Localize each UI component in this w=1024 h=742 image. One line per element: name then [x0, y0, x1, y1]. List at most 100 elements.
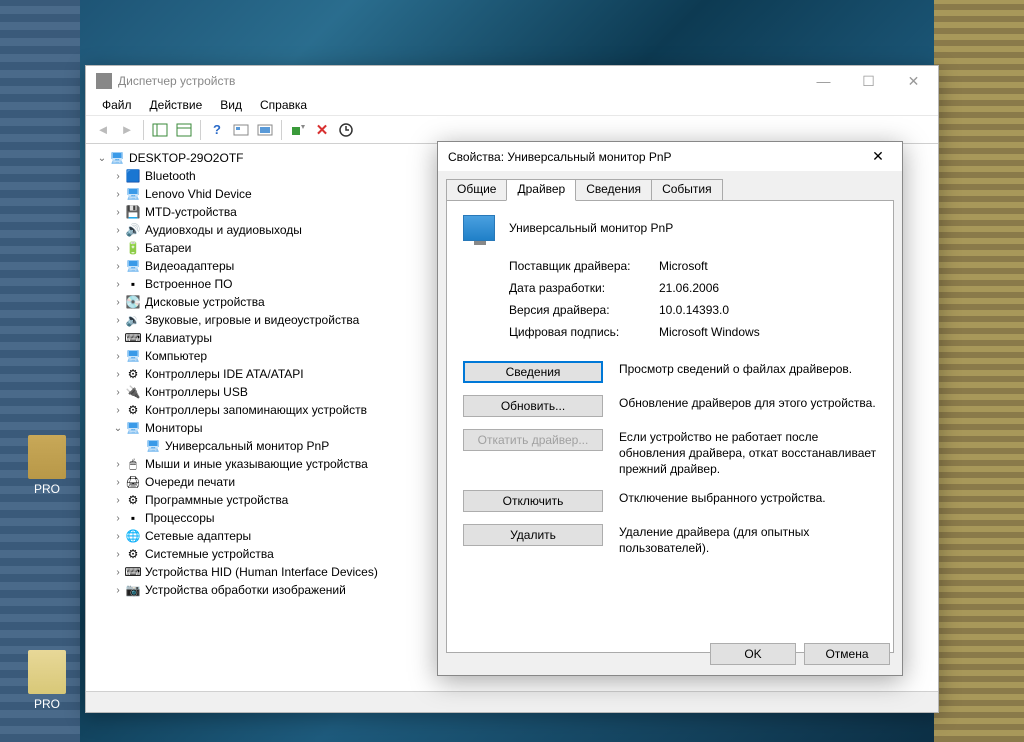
tab-general[interactable]: Общие [446, 179, 507, 200]
help-button[interactable]: ? [206, 119, 228, 141]
shortcut-label: PRO [22, 697, 72, 711]
tabstrip: Общие Драйвер Сведения События [446, 179, 894, 200]
date-value: 21.06.2006 [659, 281, 719, 295]
statusbar [86, 691, 938, 712]
version-label: Версия драйвера: [509, 303, 659, 317]
tab-details[interactable]: Сведения [575, 179, 652, 200]
expand-icon[interactable]: › [111, 585, 125, 596]
expand-icon[interactable]: › [111, 513, 125, 524]
menu-view[interactable]: Вид [212, 96, 250, 115]
tab-events[interactable]: События [651, 179, 723, 200]
disk-icon: 💽 [125, 294, 141, 310]
back-button[interactable]: ◄ [92, 119, 114, 141]
expand-icon[interactable]: › [111, 351, 125, 362]
stor-icon: ⚙ [125, 402, 141, 418]
dialog-titlebar[interactable]: Свойства: Универсальный монитор PnP ✕ [438, 142, 902, 171]
mon-icon: 🖥 [145, 438, 161, 454]
tree-label: Компьютер [145, 349, 207, 363]
expand-icon[interactable]: › [111, 297, 125, 308]
update-button[interactable] [335, 119, 357, 141]
snd-icon: 🔉 [125, 312, 141, 328]
expand-icon[interactable]: › [111, 567, 125, 578]
expand-icon[interactable]: › [111, 495, 125, 506]
expand-icon[interactable]: › [111, 243, 125, 254]
disable-button[interactable]: Отключить [463, 490, 603, 512]
tree-label: Контроллеры IDE ATA/ATAPI [145, 367, 304, 381]
tree-label: Системные устройства [145, 547, 274, 561]
expand-icon[interactable]: › [111, 207, 125, 218]
mouse-icon: 🖱 [125, 456, 141, 472]
sys-icon: ⚙ [125, 546, 141, 562]
uninstall-button[interactable]: Удалить [463, 524, 603, 546]
date-label: Дата разработки: [509, 281, 659, 295]
expand-icon[interactable]: › [111, 189, 125, 200]
expand-icon[interactable]: › [111, 333, 125, 344]
expand-icon[interactable]: ⌄ [111, 423, 125, 434]
tb-icon[interactable] [230, 119, 252, 141]
tree-label: Процессоры [145, 511, 215, 525]
expand-icon[interactable]: › [111, 225, 125, 236]
net-icon: 🌐 [125, 528, 141, 544]
expand-icon[interactable]: › [111, 405, 125, 416]
uninstall-desc: Удаление драйвера (для опытных пользоват… [619, 524, 877, 556]
cancel-button[interactable]: Отмена [804, 643, 890, 665]
version-value: 10.0.14393.0 [659, 303, 729, 317]
forward-button[interactable]: ► [116, 119, 138, 141]
desktop-shortcut[interactable]: PRO [22, 650, 72, 711]
update-driver-button[interactable]: Обновить... [463, 395, 603, 417]
menu-help[interactable]: Справка [252, 96, 315, 115]
menu-file[interactable]: Файл [94, 96, 140, 115]
tree-label: DESKTOP-29O2OTF [129, 151, 243, 165]
expand-icon[interactable]: › [111, 387, 125, 398]
tree-label: Сетевые адаптеры [145, 529, 251, 543]
tb-icon[interactable] [149, 119, 171, 141]
pc-icon: 🖥 [125, 348, 141, 364]
expand-icon[interactable]: › [111, 171, 125, 182]
scan-button[interactable] [287, 119, 309, 141]
monitor-icon [463, 215, 495, 241]
menu-action[interactable]: Действие [142, 96, 211, 115]
hid-icon: ⌨ [125, 564, 141, 580]
desktop-shortcut[interactable]: PRO [22, 435, 72, 496]
expand-icon[interactable]: › [111, 315, 125, 326]
expand-icon[interactable]: › [111, 549, 125, 560]
expand-icon[interactable]: › [111, 477, 125, 488]
tree-label: Звуковые, игровые и видеоустройства [145, 313, 359, 327]
provider-value: Microsoft [659, 259, 708, 273]
ok-button[interactable]: OK [710, 643, 796, 665]
uninstall-button[interactable]: ✕ [311, 119, 333, 141]
expand-icon[interactable]: › [111, 279, 125, 290]
tree-label: Lenovo Vhid Device [145, 187, 252, 201]
mon-icon: 🖥 [125, 420, 141, 436]
maximize-button[interactable]: ☐ [846, 67, 891, 95]
device-name: Универсальный монитор PnP [509, 221, 673, 235]
tb-icon[interactable] [254, 119, 276, 141]
mtd-icon: 💾 [125, 204, 141, 220]
bt-icon: 🟦 [125, 168, 141, 184]
expand-icon[interactable]: › [111, 261, 125, 272]
rollback-desc: Если устройство не работает после обновл… [619, 429, 877, 478]
bat-icon: 🔋 [125, 240, 141, 256]
expand-icon[interactable]: › [111, 369, 125, 380]
titlebar[interactable]: Диспетчер устройств — ☐ ✕ [86, 66, 938, 96]
tree-label: Bluetooth [145, 169, 196, 183]
kb-icon: ⌨ [125, 330, 141, 346]
dev-icon: 🖥 [125, 186, 141, 202]
expand-icon[interactable]: ⌄ [95, 153, 109, 164]
tab-driver[interactable]: Драйвер [506, 179, 576, 201]
tree-label: Батареи [145, 241, 191, 255]
audio-icon: 🔊 [125, 222, 141, 238]
tree-label: Встроенное ПО [145, 277, 232, 291]
rollback-button: Откатить драйвер... [463, 429, 603, 451]
minimize-button[interactable]: — [801, 67, 846, 95]
expand-icon[interactable]: › [111, 459, 125, 470]
close-button[interactable]: ✕ [891, 67, 936, 95]
expand-icon[interactable]: › [111, 531, 125, 542]
dialog-title: Свойства: Универсальный монитор PnP [448, 150, 858, 164]
ide-icon: ⚙ [125, 366, 141, 382]
details-button[interactable]: Сведения [463, 361, 603, 383]
close-button[interactable]: ✕ [858, 144, 898, 170]
tb-icon[interactable] [173, 119, 195, 141]
toolbar: ◄ ► ? ✕ [86, 116, 938, 144]
tree-label: Дисковые устройства [145, 295, 265, 309]
